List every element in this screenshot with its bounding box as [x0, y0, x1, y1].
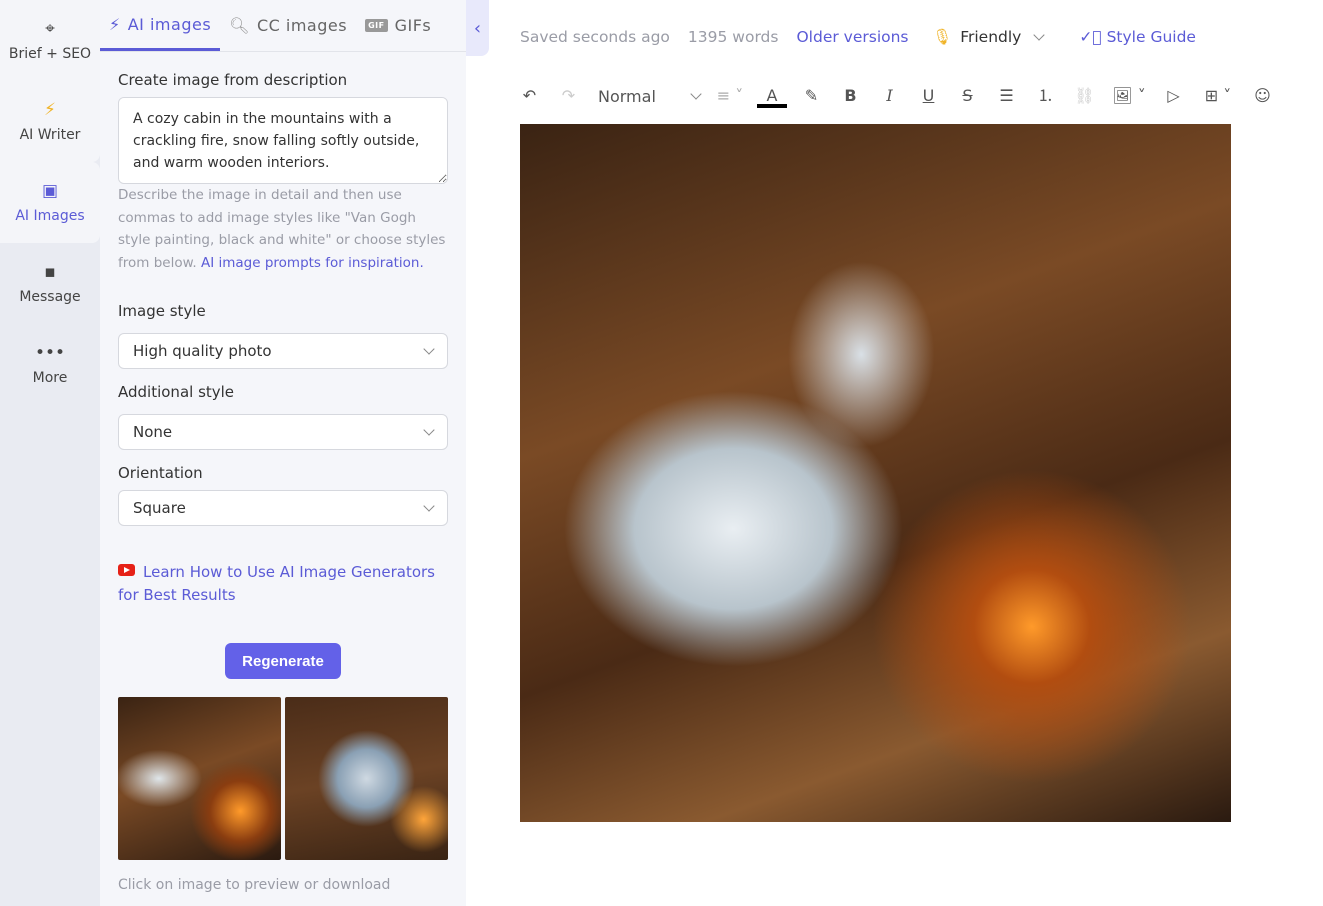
chevron-left-icon: ‹: [473, 17, 482, 39]
italic-icon[interactable]: I: [870, 84, 909, 108]
thumbnail-hint: Click on image to preview or download: [118, 877, 391, 893]
editor-toolbar: ↶ ↷ Normal ≡ ˅ A ✎ B I U S ☰ ⒈ ⛓ 🖼︎ ˅ ▷ …: [510, 84, 1282, 108]
rail-item-ai-writer[interactable]: ⚡ AI Writer: [0, 81, 100, 162]
tab-ai-images[interactable]: ⚡ AI images: [100, 0, 221, 51]
description-label: Create image from description: [118, 71, 348, 89]
link-icon[interactable]: ⛓: [1065, 84, 1104, 108]
image-style-select[interactable]: High quality photo: [118, 333, 448, 369]
chevron-down-icon: [423, 424, 435, 436]
chevron-down-icon: [423, 500, 435, 512]
image-icon: ▣: [41, 180, 59, 201]
undo-icon[interactable]: ↶: [510, 84, 549, 108]
format-select[interactable]: Normal: [588, 87, 708, 106]
video-icon[interactable]: ▷: [1154, 84, 1193, 108]
emoji-icon[interactable]: ☺: [1243, 84, 1282, 108]
strikethrough-icon[interactable]: S: [948, 84, 987, 108]
microphone-icon: 🎙︎: [932, 28, 953, 46]
rail-item-message[interactable]: ▪ Message: [0, 243, 100, 324]
editor-status-bar: Saved seconds ago 1395 words Older versi…: [520, 28, 1196, 46]
lightning-icon: ⚡: [44, 99, 56, 120]
underline-icon[interactable]: U: [909, 84, 948, 108]
generated-image-thumbnail[interactable]: [285, 697, 448, 860]
style-guide-link[interactable]: ✓⃝ Style Guide: [1079, 28, 1196, 46]
orientation-select[interactable]: Square: [118, 490, 448, 526]
lightning-icon: ⚡: [109, 14, 121, 34]
image-insert-icon[interactable]: 🖼︎ ˅: [1104, 84, 1154, 108]
tab-cc-images[interactable]: 🔍︎ CC images: [220, 0, 356, 51]
word-count: 1395 words: [687, 28, 779, 46]
sidebar-rail: ⌖ Brief + SEO ⚡ AI Writer ▣ AI Images ▪ Mess…: [0, 0, 100, 906]
rail-item-brief-seo[interactable]: ⌖ Brief + SEO: [0, 0, 100, 81]
chevron-down-icon: [423, 343, 435, 355]
redo-icon[interactable]: ↷: [549, 84, 588, 108]
additional-style-select[interactable]: None: [118, 414, 448, 450]
image-style-label: Image style: [118, 302, 206, 320]
chevron-down-icon: [1033, 29, 1046, 41]
older-versions-link[interactable]: Older versions: [796, 28, 908, 46]
chevron-down-icon: [690, 88, 702, 100]
ai-images-panel: ⚡ AI images 🔍︎ CC images GIF GIFs Create im…: [100, 0, 466, 906]
message-icon: ▪: [44, 261, 56, 282]
generated-cabin-image[interactable]: [520, 124, 1231, 822]
crosshair-icon: ⌖: [45, 18, 55, 39]
prompts-inspiration-link[interactable]: AI image prompts for inspiration.: [201, 255, 424, 271]
regenerate-button[interactable]: Regenerate: [225, 643, 341, 679]
numbered-list-icon[interactable]: ⒈: [1026, 84, 1065, 108]
collapse-panel-button[interactable]: ‹: [466, 0, 489, 56]
description-input[interactable]: A cozy cabin in the mountains with a cra…: [118, 97, 448, 184]
more-icon: •••: [34, 342, 66, 363]
additional-style-label: Additional style: [118, 383, 235, 401]
rail-item-more[interactable]: ••• More: [0, 324, 100, 405]
align-icon[interactable]: ≡ ˅: [708, 84, 752, 108]
table-icon[interactable]: ⊞ ˅: [1193, 84, 1243, 108]
bullet-list-icon[interactable]: ☰: [987, 84, 1026, 108]
search-icon: 🔍︎: [229, 16, 250, 35]
orientation-label: Orientation: [118, 464, 203, 482]
highlight-icon[interactable]: ✎: [792, 84, 831, 108]
description-help: Describe the image in detail and then us…: [118, 187, 446, 271]
bold-icon[interactable]: B: [831, 84, 870, 108]
generated-image-thumbnail[interactable]: [118, 697, 281, 860]
check-circle-icon: ✓⃝: [1079, 28, 1102, 46]
gif-icon: GIF: [365, 19, 388, 32]
tone-select[interactable]: 🎙︎ Friendly: [932, 28, 1046, 46]
youtube-icon: [118, 564, 135, 576]
text-color-icon[interactable]: A: [757, 84, 787, 108]
save-status: Saved seconds ago: [520, 28, 670, 46]
learn-ai-image-link[interactable]: Learn How to Use AI Image Generators for…: [118, 563, 435, 604]
tab-gifs[interactable]: GIF GIFs: [356, 0, 440, 51]
rail-item-ai-images[interactable]: ▣ AI Images: [0, 162, 100, 243]
